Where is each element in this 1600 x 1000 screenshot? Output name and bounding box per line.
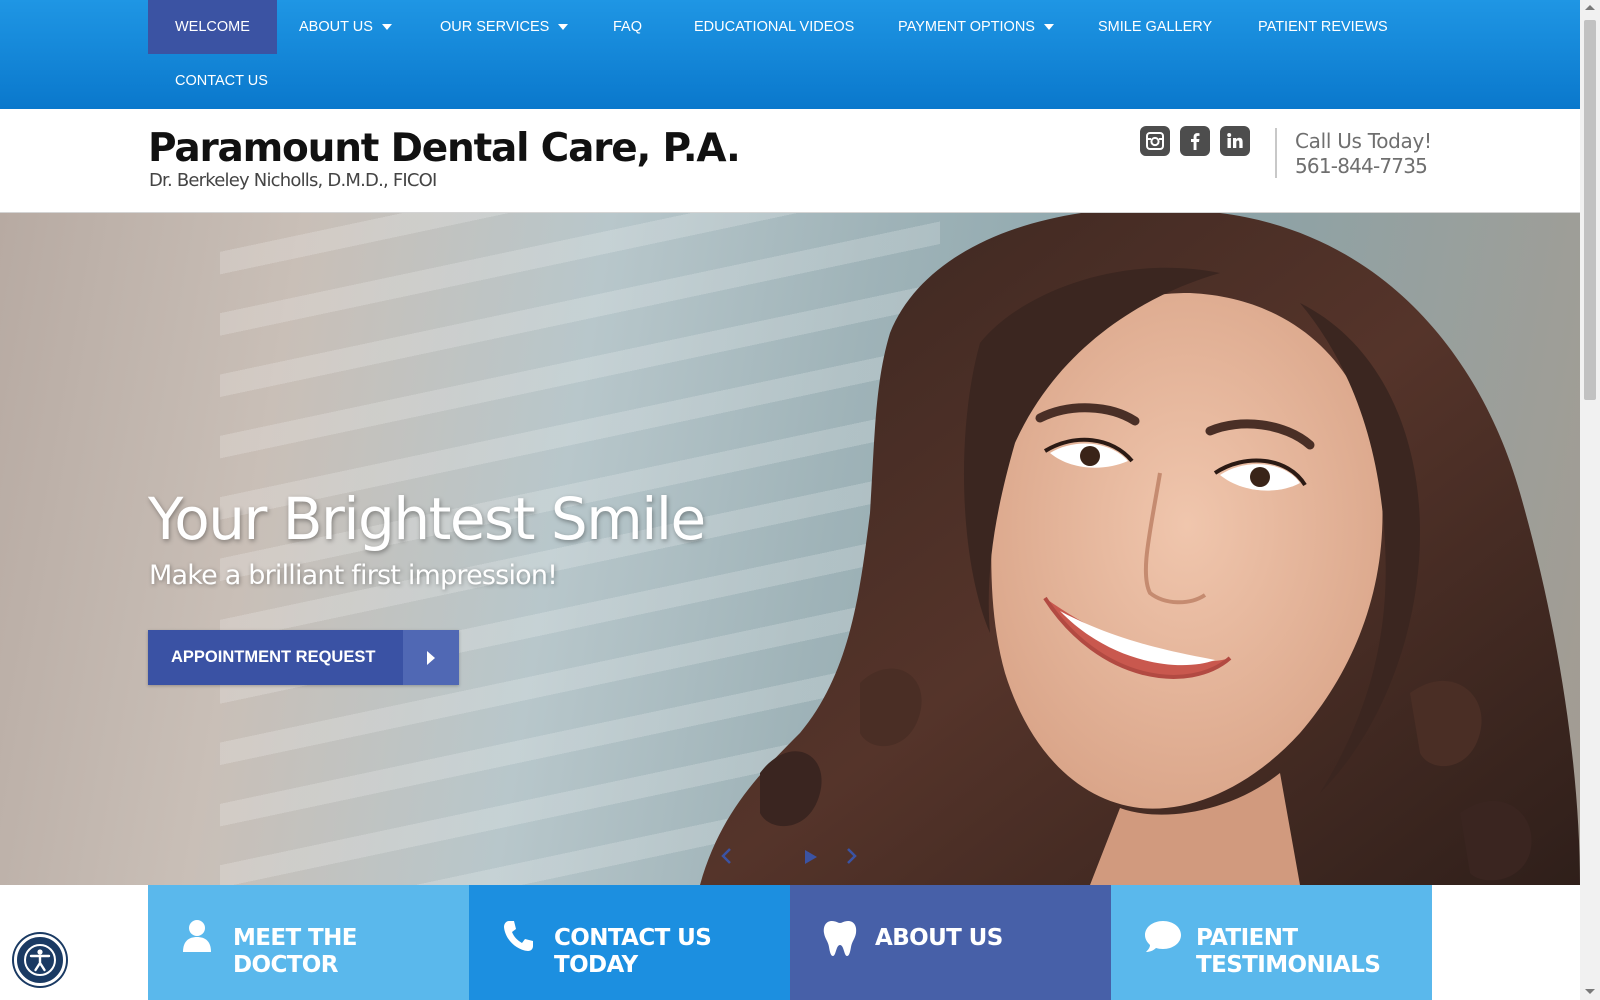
- page-scrollbar[interactable]: [1580, 0, 1600, 1000]
- scroll-down-icon[interactable]: [1585, 989, 1595, 994]
- tile-contact-us-today[interactable]: CONTACT US TODAY: [469, 885, 790, 1000]
- person-icon: [183, 920, 211, 952]
- nav-item-payment-options[interactable]: PAYMENT OPTIONS: [871, 0, 1081, 54]
- tile-label: PATIENT TESTIMONIALS: [1196, 925, 1381, 978]
- phone-icon: [504, 921, 533, 951]
- nav-item-welcome[interactable]: WELCOME: [148, 0, 277, 54]
- instagram-icon: [1146, 132, 1164, 150]
- play-arrow-icon: [403, 630, 459, 685]
- facebook-link[interactable]: [1180, 126, 1210, 156]
- tooth-icon: [823, 921, 857, 956]
- linkedin-icon: [1227, 133, 1243, 148]
- tile-label: CONTACT US TODAY: [554, 925, 712, 978]
- main-navigation: WELCOME ABOUT US OUR SERVICES FAQ EDUCAT…: [0, 0, 1580, 110]
- appointment-request-button[interactable]: APPOINTMENT REQUEST: [148, 630, 459, 685]
- scroll-up-icon[interactable]: [1585, 5, 1595, 10]
- chevron-down-icon: [558, 24, 569, 31]
- nav-label: EDUCATIONAL VIDEOS: [694, 19, 855, 35]
- hero-subheadline: Make a brilliant first impression!: [149, 560, 558, 591]
- nav-label: PAYMENT OPTIONS: [898, 19, 1035, 35]
- instagram-link[interactable]: [1140, 126, 1170, 156]
- nav-label: FAQ: [613, 19, 643, 35]
- tile-about-us[interactable]: ABOUT US: [790, 885, 1111, 1000]
- nav-item-our-services[interactable]: OUR SERVICES: [413, 0, 595, 54]
- tile-label: ABOUT US: [875, 925, 1003, 951]
- linkedin-link[interactable]: [1220, 126, 1250, 156]
- nav-item-faq[interactable]: FAQ: [586, 0, 669, 54]
- accessibility-button[interactable]: [14, 934, 66, 986]
- nav-item-educational-videos[interactable]: EDUCATIONAL VIDEOS: [667, 0, 881, 54]
- slider-play-icon[interactable]: [804, 849, 818, 865]
- nav-label: OUR SERVICES: [440, 19, 550, 35]
- nav-item-contact-us[interactable]: CONTACT US: [148, 54, 295, 108]
- slider-prev-icon[interactable]: [720, 847, 734, 865]
- phone-number[interactable]: 561-844-7735: [1295, 154, 1428, 178]
- nav-label: CONTACT US: [175, 73, 268, 89]
- divider: [1275, 128, 1277, 178]
- accessibility-icon: [24, 944, 56, 976]
- hero-headline: Your Brightest Smile: [148, 485, 706, 553]
- site-title[interactable]: Paramount Dental Care, P.A.: [148, 126, 741, 171]
- nav-label: ABOUT US: [299, 19, 373, 35]
- appointment-request-label: APPOINTMENT REQUEST: [171, 648, 376, 666]
- nav-item-about-us[interactable]: ABOUT US: [272, 0, 419, 54]
- nav-item-patient-reviews[interactable]: PATIENT REVIEWS: [1231, 0, 1415, 54]
- chevron-down-icon: [1043, 24, 1054, 31]
- tile-label: MEET THE DOCTOR: [233, 925, 357, 978]
- nav-label: SMILE GALLERY: [1098, 19, 1213, 35]
- nav-label: PATIENT REVIEWS: [1258, 19, 1388, 35]
- slider-next-icon[interactable]: [844, 847, 858, 865]
- site-subtitle: Dr. Berkeley Nicholls, D.M.D., FICOI: [149, 170, 437, 191]
- call-us-label: Call Us Today!: [1295, 129, 1432, 153]
- site-header: Paramount Dental Care, P.A. Dr. Berkeley…: [0, 109, 1580, 214]
- nav-item-smile-gallery[interactable]: SMILE GALLERY: [1071, 0, 1239, 54]
- facebook-icon: [1191, 133, 1200, 150]
- speech-bubble-icon: [1145, 921, 1181, 952]
- nav-label: WELCOME: [175, 19, 250, 35]
- scroll-thumb[interactable]: [1584, 20, 1596, 400]
- chevron-down-icon: [381, 24, 392, 31]
- tile-patient-testimonials[interactable]: PATIENT TESTIMONIALS: [1111, 885, 1432, 1000]
- tile-meet-the-doctor[interactable]: MEET THE DOCTOR: [148, 885, 469, 1000]
- hero-slider: Your Brightest Smile Make a brilliant fi…: [0, 213, 1580, 885]
